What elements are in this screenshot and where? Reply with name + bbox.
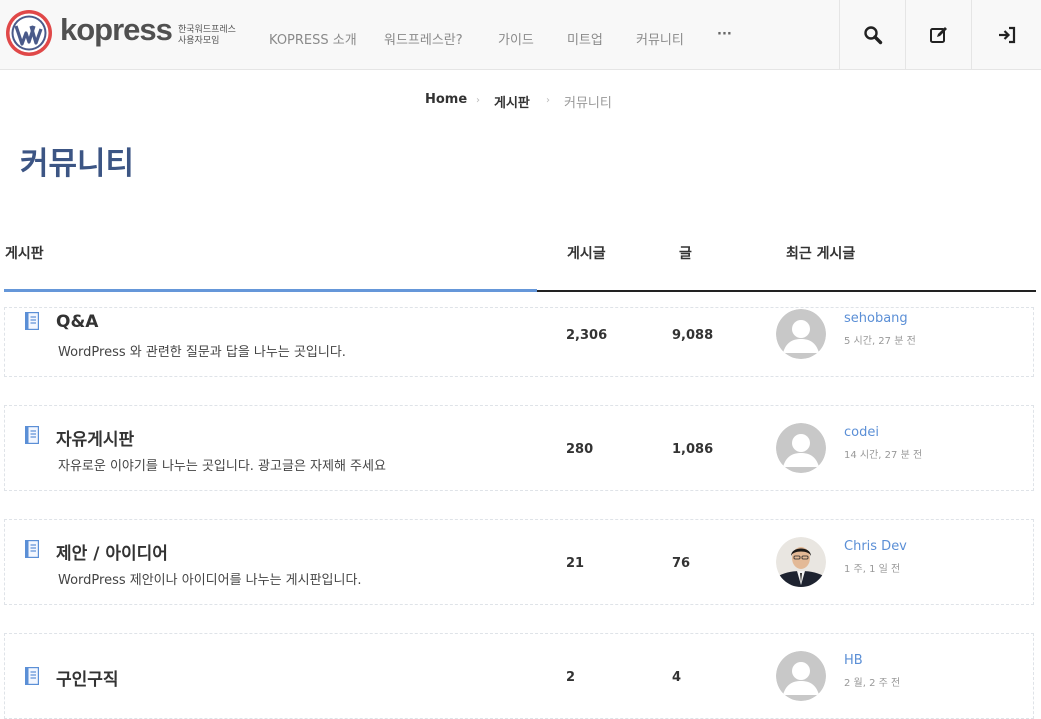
topic-count: 280 <box>566 442 594 457</box>
breadcrumb-separator: › <box>546 95 550 106</box>
column-header-posts: 글 <box>679 246 692 262</box>
site-header: kopress 한국워드프레스 사용자모임 KOPRESS 소개 워드프레스란?… <box>0 0 1041 70</box>
topic-count: 2,306 <box>566 328 608 343</box>
last-post-author[interactable]: Chris Dev <box>844 539 907 554</box>
last-post-author[interactable]: sehobang <box>844 311 908 326</box>
header-rule-accent <box>4 289 537 292</box>
avatar[interactable] <box>776 423 826 473</box>
breadcrumb-board[interactable]: 게시판 <box>494 92 530 111</box>
breadcrumb-current: 커뮤니티 <box>564 96 612 111</box>
avatar[interactable] <box>776 651 826 701</box>
forum-row: 자유게시판 자유로운 이야기를 나누는 곳입니다. 광고글은 자제해 주세요 2… <box>4 405 1034 491</box>
write-button[interactable] <box>905 0 972 69</box>
last-post-time[interactable]: 2 월, 2 주 전 <box>844 674 900 689</box>
column-header-board: 게시판 <box>5 246 44 262</box>
topic-count: 2 <box>566 670 576 685</box>
search-button[interactable] <box>839 0 906 69</box>
column-header-recent: 최근 게시글 <box>786 246 856 262</box>
forum-icon <box>25 667 39 685</box>
forum-description: 자유로운 이야기를 나누는 곳입니다. 광고글은 자제해 주세요 <box>58 459 386 474</box>
forum-title[interactable]: 자유게시판 <box>56 425 134 450</box>
breadcrumb-home[interactable]: Home <box>425 92 467 107</box>
column-header-topics: 게시글 <box>567 246 606 262</box>
nav-item-guide[interactable]: 가이드 <box>498 29 534 48</box>
forum-description: WordPress 제안이나 아이디어를 나누는 게시판입니다. <box>58 573 362 588</box>
forum-title[interactable]: 제안 / 아이디어 <box>56 539 168 564</box>
login-button[interactable] <box>971 0 1041 69</box>
nav-item-community[interactable]: 커뮤니티 <box>636 29 684 48</box>
forum-row: Q&A WordPress 와 관련한 질문과 답을 나누는 곳입니다. 2,3… <box>4 307 1034 377</box>
header-rule <box>537 290 1036 292</box>
brand-tagline: 한국워드프레스 사용자모임 <box>178 25 236 46</box>
nav-item-what-is-wordpress[interactable]: 워드프레스란? <box>384 29 463 48</box>
last-post-time[interactable]: 5 시간, 27 분 전 <box>844 332 916 347</box>
nav-item-kopress-intro[interactable]: KOPRESS 소개 <box>269 29 357 48</box>
last-post-time[interactable]: 14 시간, 27 분 전 <box>844 446 922 461</box>
brand-name[interactable]: kopress <box>60 12 173 48</box>
search-icon <box>864 25 883 44</box>
forum-icon <box>25 312 39 330</box>
last-post-author[interactable]: HB <box>844 653 863 668</box>
last-post-author[interactable]: codei <box>844 425 879 440</box>
forum-title[interactable]: Q&A <box>56 312 98 332</box>
wordpress-logo-icon[interactable] <box>5 9 53 57</box>
avatar-photo[interactable] <box>776 537 826 587</box>
post-count: 1,086 <box>672 442 714 457</box>
post-count: 9,088 <box>672 328 714 343</box>
forum-icon <box>25 540 39 558</box>
edit-icon <box>930 26 947 43</box>
nav-item-meetup[interactable]: 미트업 <box>567 29 603 48</box>
forum-row: 제안 / 아이디어 WordPress 제안이나 아이디어를 나누는 게시판입니… <box>4 519 1034 605</box>
forum-title[interactable]: 구인구직 <box>56 665 119 690</box>
forum-icon <box>25 426 39 444</box>
page-title: 커뮤니티 <box>20 146 135 182</box>
last-post-time[interactable]: 1 주, 1 일 전 <box>844 560 900 575</box>
login-icon <box>998 26 1015 43</box>
breadcrumb-separator: › <box>476 95 480 106</box>
forum-row: 구인구직 2 4 HB 2 월, 2 주 전 <box>4 633 1034 719</box>
post-count: 4 <box>672 670 682 685</box>
forum-description: WordPress 와 관련한 질문과 답을 나누는 곳입니다. <box>58 345 346 360</box>
avatar[interactable] <box>776 309 826 359</box>
nav-more-button[interactable]: ··· <box>717 27 732 42</box>
topic-count: 21 <box>566 556 585 571</box>
post-count: 76 <box>672 556 691 571</box>
